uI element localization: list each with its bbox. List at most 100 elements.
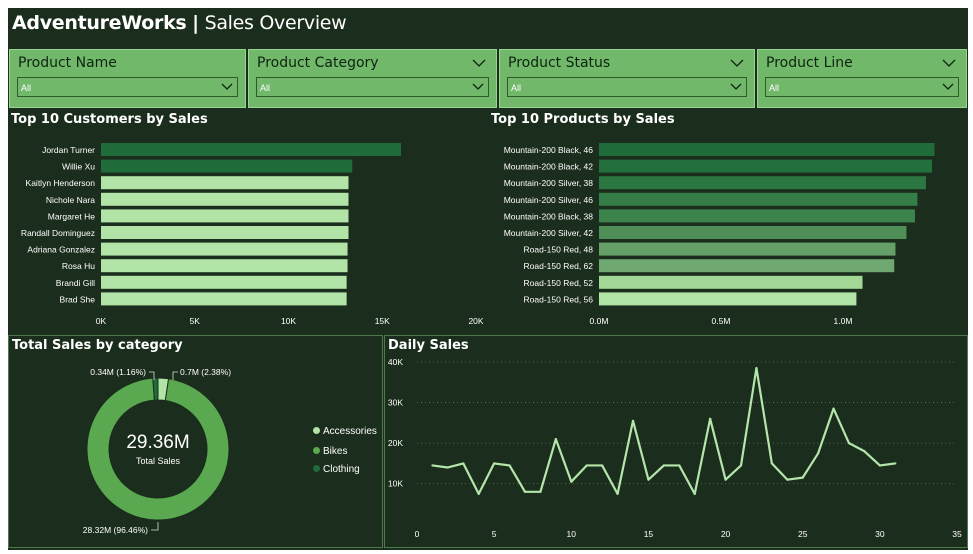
- bar-category-label: Mountain-200 Silver, 46: [504, 195, 594, 205]
- page-subtitle: Sales Overview: [204, 12, 347, 34]
- data-point: [755, 366, 758, 370]
- slice-data-label: 0.34M (1.16%): [90, 367, 146, 377]
- data-point: [739, 464, 743, 467]
- bar-category-label: Road-150 Red, 48: [524, 245, 594, 255]
- slicer-value: All: [260, 83, 271, 93]
- data-point: [477, 492, 480, 495]
- data-point: [786, 478, 789, 481]
- kpi-total-sales-value: 29.36M: [126, 432, 189, 453]
- bar: [599, 143, 935, 156]
- data-point: [801, 476, 804, 479]
- bar: [101, 275, 347, 289]
- x-tick-label: 5: [492, 529, 497, 539]
- products-bar-chart[interactable]: Mountain-200 Black, 46 Mountain-200 Black…: [484, 130, 968, 330]
- y-tick-label: 20K: [388, 438, 403, 448]
- slicer-label: Product Category: [257, 55, 379, 71]
- legend-item-accessories[interactable]: Accessories: [313, 426, 377, 437]
- daily-sales-line-chart[interactable]: 10K 20K 30K 40K 0 5 10 15 20 25 30 35: [385, 352, 967, 547]
- x-tick-label: 0.5M: [712, 316, 731, 326]
- x-tick-label: 25: [798, 529, 808, 539]
- brand-name: AdventureWorks: [12, 12, 187, 34]
- bar-category-label: Rosa Hu: [62, 261, 95, 271]
- bar: [101, 242, 348, 256]
- data-point: [863, 450, 866, 453]
- data-point: [770, 462, 773, 465]
- products-chart-title: Top 10 Products by Sales: [491, 112, 675, 127]
- x-tick-label: 20K: [468, 316, 483, 326]
- slicer-label: Product Status: [508, 55, 611, 71]
- slicer-label: Product Line: [766, 55, 853, 71]
- slicer-product-name[interactable]: Product Name All: [9, 49, 246, 108]
- data-point: [493, 462, 496, 465]
- slicer-dropdown[interactable]: All: [256, 77, 489, 97]
- data-point: [894, 462, 897, 465]
- data-point: [539, 490, 542, 493]
- chevron-down-icon[interactable]: [472, 82, 484, 91]
- page-title: AdventureWorks | Sales Overview: [12, 12, 347, 34]
- slice-data-label: 28.32M (96.46%): [83, 525, 148, 535]
- chevron-down-icon[interactable]: [730, 82, 742, 91]
- x-tick-label: 0K: [96, 316, 107, 326]
- chevron-down-icon[interactable]: [472, 58, 486, 68]
- bar-category-label: Road-150 Red, 62: [524, 261, 594, 271]
- chevron-down-icon[interactable]: [942, 82, 954, 91]
- slicer-dropdown[interactable]: All: [17, 77, 238, 97]
- bar: [599, 209, 915, 223]
- chevron-down-icon[interactable]: [942, 58, 956, 68]
- customers-chart-title: Top 10 Customers by Sales: [11, 112, 208, 127]
- data-point: [585, 464, 588, 467]
- data-point: [817, 452, 820, 455]
- x-tick-label: 35: [952, 529, 962, 539]
- slicer-product-category[interactable]: Product Category All: [248, 49, 497, 108]
- slicer-dropdown[interactable]: All: [765, 77, 959, 97]
- x-tick-label: 30: [875, 529, 885, 539]
- bar-category-label: Brandi Gill: [56, 278, 95, 288]
- slice-data-label: 0.7M (2.38%): [180, 367, 231, 377]
- data-point: [616, 492, 619, 495]
- bar-category-label: Mountain-200 Black, 46: [504, 145, 594, 155]
- x-tick-label: 5K: [190, 316, 201, 326]
- bar-category-label: Margaret He: [48, 211, 96, 221]
- bar: [599, 226, 907, 239]
- data-point: [508, 464, 511, 467]
- legend-dot: [313, 447, 320, 454]
- x-tick-label: 1.0M: [834, 316, 853, 326]
- leader-line: [151, 522, 159, 531]
- chevron-down-icon[interactable]: [221, 82, 233, 91]
- legend-item-clothing[interactable]: Clothing: [313, 464, 360, 475]
- data-point: [693, 492, 696, 495]
- x-tick-label: 10: [567, 529, 577, 539]
- data-point: [878, 464, 881, 467]
- bar: [101, 292, 347, 306]
- bar-category-label: Mountain-200 Black, 38: [504, 211, 594, 221]
- bar: [599, 292, 857, 306]
- x-tick-label: 15: [644, 529, 654, 539]
- bar: [599, 159, 933, 173]
- bar-category-label: Mountain-200 Black, 42: [504, 162, 594, 172]
- bar-category-label: Adriana Gonzalez: [27, 245, 95, 255]
- leader-line: [172, 371, 178, 380]
- bar: [101, 159, 353, 173]
- bar-category-label: Road-150 Red, 56: [524, 294, 594, 304]
- chevron-down-icon[interactable]: [730, 58, 744, 68]
- bar-category-label: Mountain-200 Silver, 42: [504, 228, 594, 238]
- slicer-value: All: [769, 83, 780, 93]
- slicer-value: All: [511, 83, 522, 93]
- data-point: [431, 464, 434, 467]
- data-point: [523, 490, 527, 493]
- bar-category-label: Mountain-200 Silver, 38: [504, 178, 594, 188]
- series-line-daily-sales: [432, 366, 896, 495]
- slicer-dropdown[interactable]: All: [507, 77, 747, 97]
- bar: [101, 259, 348, 273]
- customers-bar-chart[interactable]: Jordan Turner Willie Xu Kaitlyn Henderson N…: [8, 130, 483, 330]
- x-tick-label: 20: [721, 529, 731, 539]
- data-point: [631, 419, 635, 422]
- slicer-product-status[interactable]: Product Status All: [499, 49, 755, 108]
- data-point: [554, 437, 557, 441]
- slicer-product-line[interactable]: Product Line All: [757, 49, 967, 108]
- bar: [599, 275, 863, 289]
- title-separator: |: [192, 12, 199, 34]
- data-point: [724, 478, 727, 481]
- legend-item-bikes[interactable]: Bikes: [313, 446, 347, 457]
- data-point: [662, 464, 665, 467]
